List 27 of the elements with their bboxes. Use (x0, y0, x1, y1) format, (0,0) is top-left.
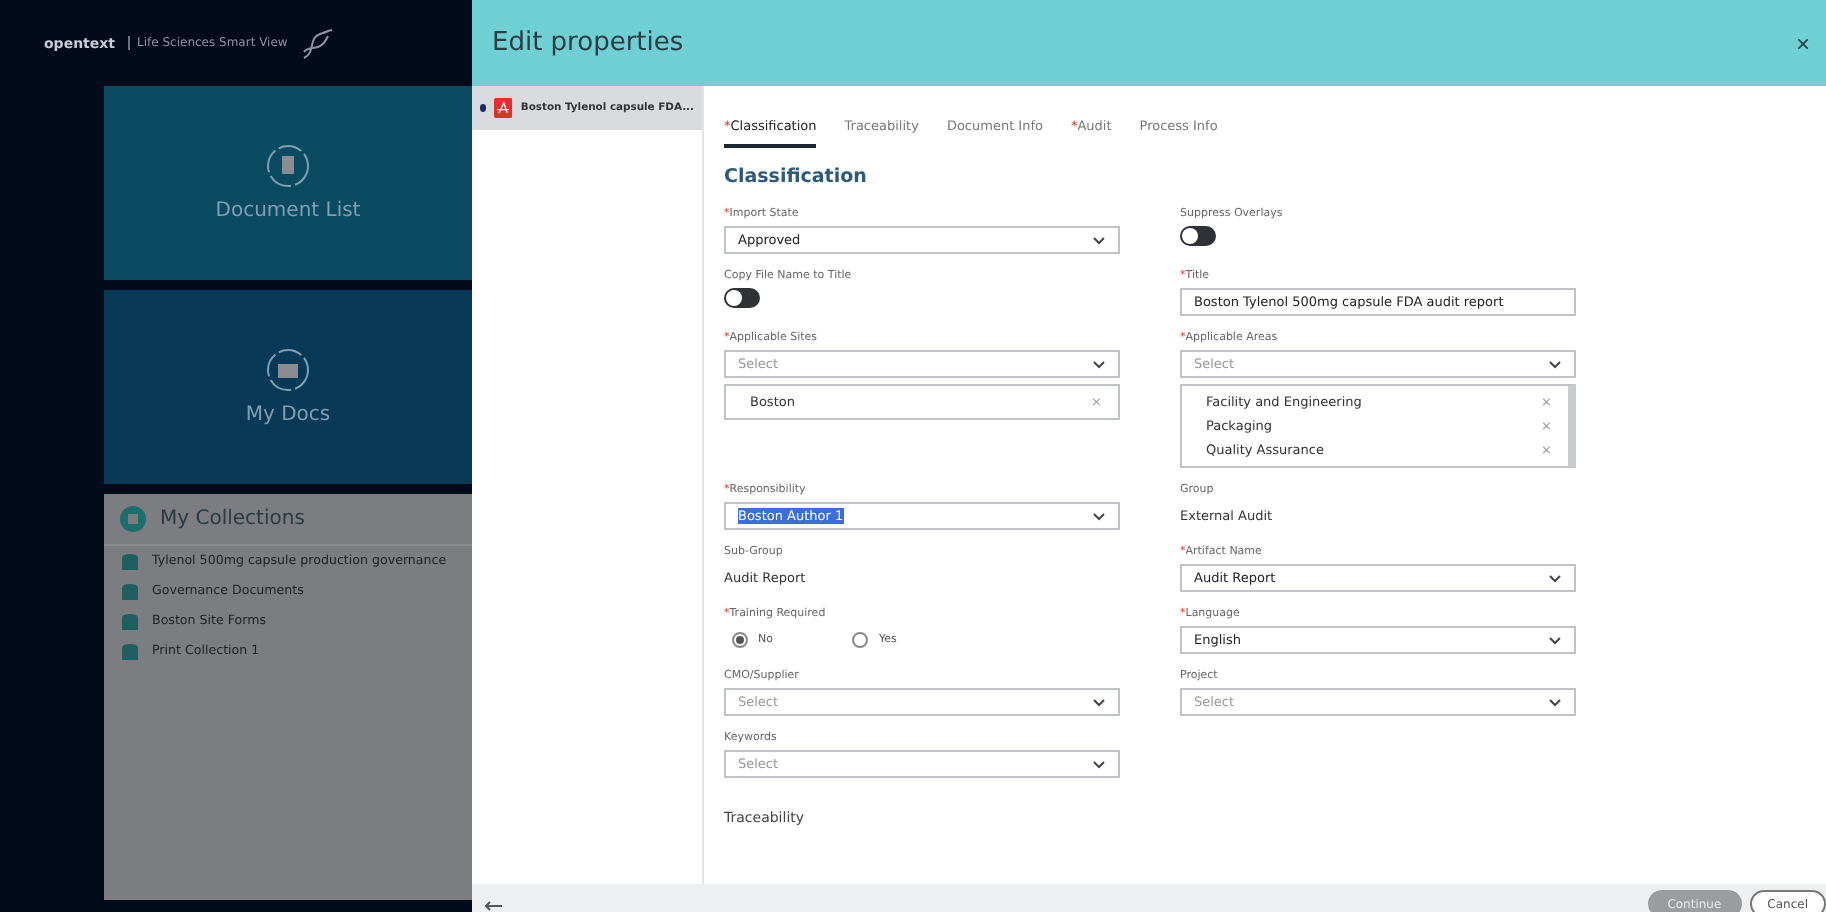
toggle-switch[interactable] (1180, 226, 1216, 246)
chevron-down-icon (1548, 359, 1562, 369)
radio-button[interactable] (732, 632, 748, 648)
document-icon (266, 144, 310, 188)
chevron-down-icon (1092, 511, 1106, 521)
pdf-icon (494, 96, 513, 120)
chevron-down-icon (1548, 635, 1562, 645)
toggle-switch[interactable] (724, 288, 760, 308)
nav-tile[interactable]: My Docs (104, 290, 472, 484)
section-heading: Classification (724, 166, 869, 188)
dna-icon (299, 27, 336, 59)
dialog-title: Edit properties (492, 28, 684, 58)
chevron-down-icon (1092, 759, 1106, 769)
collection-icon (120, 506, 146, 532)
folder-icon (266, 348, 310, 392)
collections-title: My Collections (160, 508, 305, 530)
close-button[interactable]: × (1795, 29, 1810, 57)
tile-label: My Docs (245, 404, 331, 426)
tile-label: Document List (215, 200, 361, 222)
chevron-down-icon (1092, 697, 1106, 707)
chevron-down-icon (1092, 235, 1106, 245)
chevron-down-icon (1092, 359, 1106, 369)
radio-button[interactable] (852, 632, 869, 648)
chevron-down-icon (1548, 573, 1562, 583)
chevron-down-icon (1548, 697, 1562, 707)
nav-tile[interactable]: Document List (104, 86, 472, 280)
back-arrow-icon[interactable] (484, 900, 504, 912)
